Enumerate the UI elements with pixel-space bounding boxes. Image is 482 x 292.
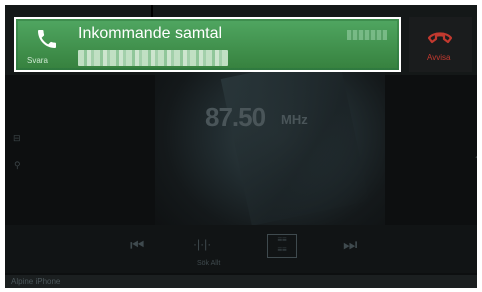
seek-icon[interactable]: ·|·|· [193,237,211,251]
left-side-icon[interactable]: ⊟ [13,133,21,144]
frequency-unit: MHz [281,112,308,127]
footer-bar: Alpine iPhone [5,275,477,288]
phone-icon [38,30,56,48]
hangup-icon [427,32,453,44]
controls-strip [5,225,477,273]
preset-button[interactable]: ≡≡ ≡≡ [267,234,297,258]
call-status-indicator [347,30,387,40]
call-title: Inkommande samtal [78,25,223,42]
caller-number [78,50,228,66]
search-icon[interactable]: ⚲ [14,160,21,171]
chevron-up-icon[interactable]: ⌃ [473,153,477,167]
decline-button[interactable]: Avvisa [409,17,472,72]
banner-background: Svara Inkommande samtal [18,21,397,68]
screen: ⊟ ⚲ ⌃ 87.50 MHz ⏮ ·|·|· Sök Allt ≡≡≡≡ ⏭ … [5,5,477,288]
seek-label: Sök Allt [197,260,221,267]
next-icon[interactable]: ⏭ [343,237,357,255]
decline-label: Avvisa [427,53,451,62]
frequency-value: 87.50 [205,102,266,132]
previous-icon[interactable]: ⏮ [130,237,144,255]
answer-button[interactable]: Svara [18,21,70,68]
incoming-call-banner: Svara Inkommande samtal [14,17,401,72]
device-label: Alpine iPhone [11,277,61,286]
callout-line [151,5,153,17]
answer-label: Svara [27,56,48,65]
